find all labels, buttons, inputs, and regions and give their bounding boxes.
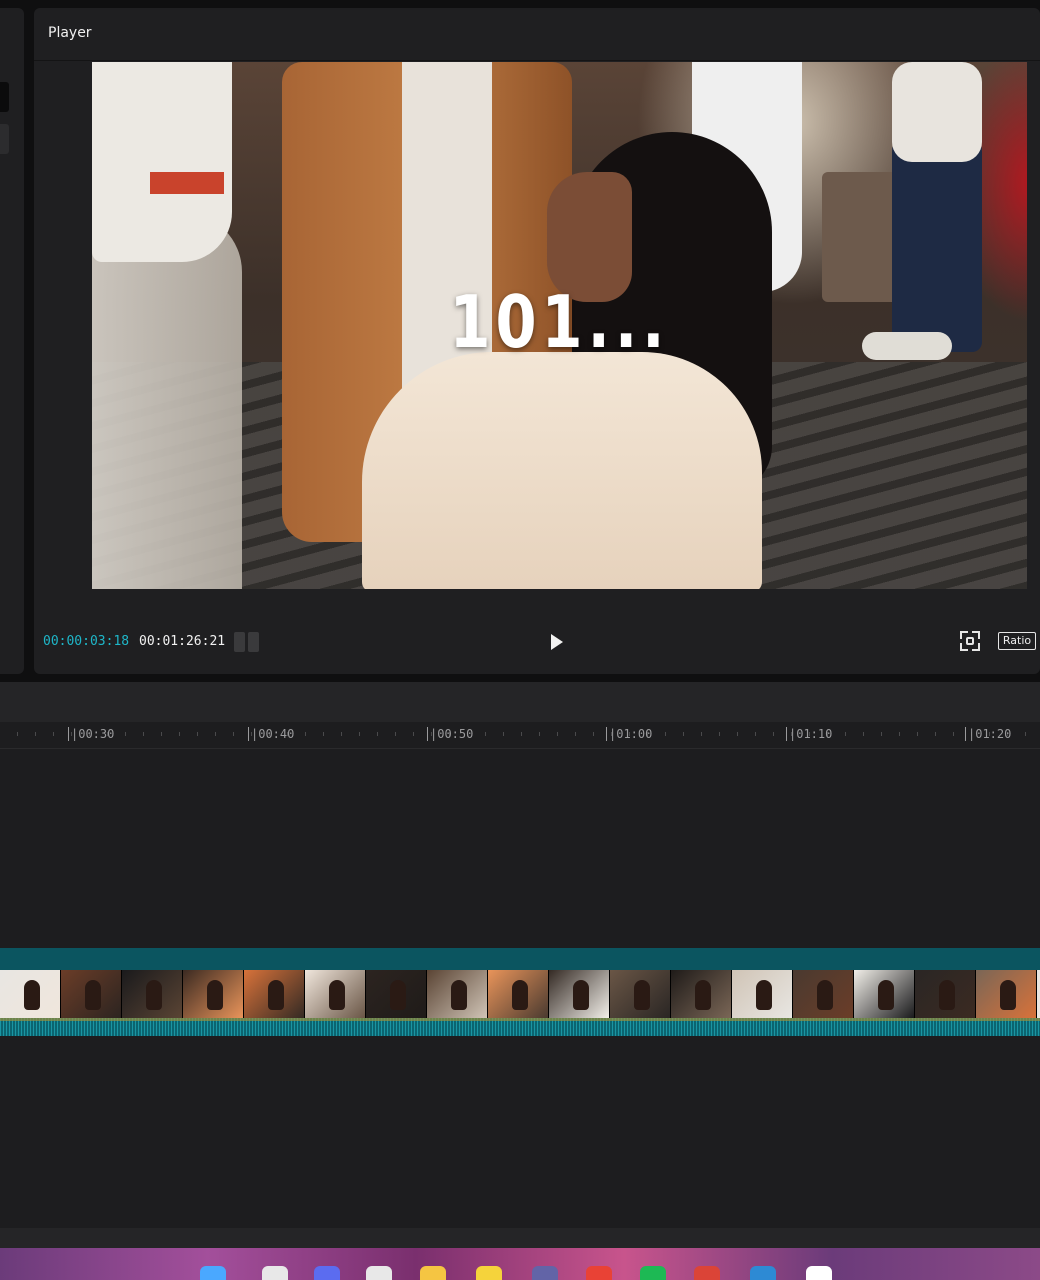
taskbar — [0, 1248, 1040, 1280]
clip-thumbnail — [549, 970, 610, 1018]
video-overlay-text: 101... — [449, 280, 670, 364]
ruler-label: |00:40 — [248, 727, 294, 741]
timeline-scrollbar[interactable] — [0, 1228, 1040, 1248]
timeline-toolbar — [0, 682, 1040, 722]
clip-thumbnail — [610, 970, 671, 1018]
chrome-icon[interactable] — [586, 1266, 612, 1280]
spotify-icon[interactable] — [640, 1266, 666, 1280]
clip-thumbnail — [732, 970, 793, 1018]
capcut-icon[interactable] — [806, 1266, 832, 1280]
clip-thumbnail — [244, 970, 305, 1018]
clip-thumbnail — [488, 970, 549, 1018]
clip-thumbnail — [305, 970, 366, 1018]
video-clip[interactable] — [0, 948, 1040, 1038]
clip-thumbnail — [122, 970, 183, 1018]
chat-icon[interactable] — [314, 1266, 340, 1280]
file-icon[interactable] — [262, 1266, 288, 1280]
current-timecode: 00:00:03:18 — [43, 634, 130, 649]
folder-icon[interactable] — [420, 1266, 446, 1280]
player-title: Player — [48, 25, 92, 41]
teams-icon[interactable] — [532, 1266, 558, 1280]
clip-thumbnail — [366, 970, 427, 1018]
fullscreen-icon[interactable] — [960, 631, 980, 651]
clip-thumbnail — [183, 970, 244, 1018]
timecode-toggle-button[interactable] — [234, 632, 262, 652]
clip-thumbnail — [427, 970, 488, 1018]
ratio-button[interactable]: Ratio — [998, 632, 1036, 650]
clip-thumbnail — [854, 970, 915, 1018]
total-timecode: 00:01:26:21 — [139, 634, 226, 649]
clip-thumbnail — [793, 970, 854, 1018]
windows-start-icon[interactable] — [200, 1266, 226, 1280]
video-preview[interactable]: 101... — [92, 62, 1027, 589]
clip-thumbnail — [61, 970, 122, 1018]
notes-icon[interactable] — [476, 1266, 502, 1280]
store-icon[interactable] — [366, 1266, 392, 1280]
ruler-label: |01:10 — [786, 727, 832, 741]
clip-thumbnail — [976, 970, 1037, 1018]
player-panel: Player 101... 00:00:03:18 00:01:26:21 Ra… — [34, 8, 1040, 674]
time-ruler[interactable]: |00:30 |00:40 |00:50 |01:00 |01:10 |01:2… — [0, 722, 1040, 749]
vscode-icon[interactable] — [750, 1266, 776, 1280]
ruler-label: |00:50 — [427, 727, 473, 741]
clip-thumbnails — [0, 970, 1040, 1018]
ruler-label: |00:30 — [68, 727, 114, 741]
left-panel — [0, 8, 24, 674]
timeline-panel: |00:30 |00:40 |00:50 |01:00 |01:10 |01:2… — [0, 722, 1040, 1228]
ruler-label: |01:20 — [965, 727, 1011, 741]
left-panel-tab[interactable] — [0, 82, 9, 112]
ruler-label: |01:00 — [606, 727, 652, 741]
chrome-profile-icon[interactable] — [694, 1266, 720, 1280]
clip-header[interactable] — [0, 948, 1040, 970]
player-header: Player — [34, 8, 1040, 61]
player-controls: 00:00:03:18 00:01:26:21 Ratio — [34, 620, 1040, 660]
play-icon[interactable] — [551, 634, 563, 650]
clip-thumbnail — [671, 970, 732, 1018]
clip-thumbnail — [915, 970, 976, 1018]
clip-thumbnail — [0, 970, 61, 1018]
left-panel-tab[interactable] — [0, 124, 9, 154]
